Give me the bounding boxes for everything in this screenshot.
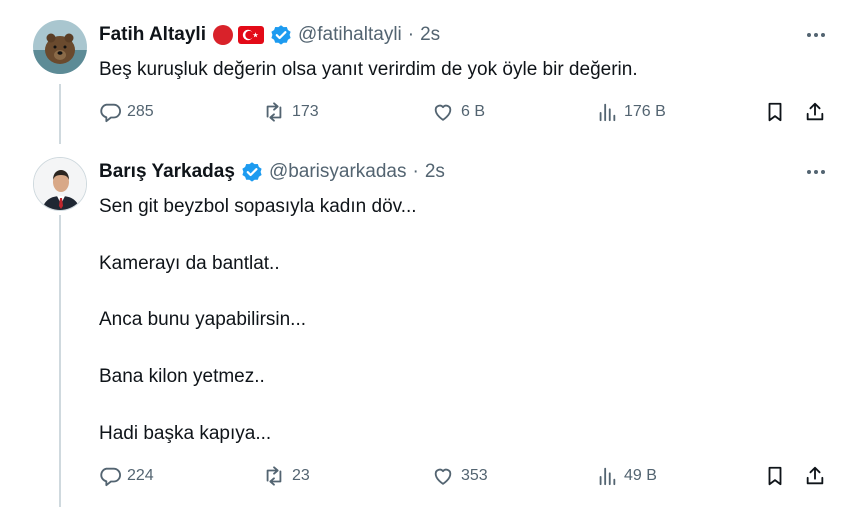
like-button[interactable]: 353: [431, 461, 488, 491]
reply-count: 224: [127, 467, 154, 484]
more-icon[interactable]: [804, 160, 828, 184]
like-button[interactable]: 6 B: [431, 97, 485, 127]
thread-line: [59, 215, 61, 507]
repost-button[interactable]: 173: [262, 97, 319, 127]
bookmark-button[interactable]: [764, 97, 786, 127]
repost-button[interactable]: 23: [262, 461, 310, 491]
separator-dot: ·: [407, 24, 415, 45]
like-icon: [434, 468, 452, 485]
reply-count: 285: [127, 103, 154, 120]
separator-dot: ·: [412, 161, 419, 182]
tweet-text: Beş kuruşluk değerin olsa yanıt verirdim…: [99, 57, 638, 83]
tweet-actions: 224 23 353 49 B: [99, 461, 832, 491]
display-name[interactable]: Fatih Altayli: [99, 24, 206, 46]
views-icon: [599, 103, 616, 122]
views-count: 49 B: [624, 467, 657, 484]
views-button[interactable]: 176 B: [596, 97, 666, 127]
handle[interactable]: @barisyarkadas: [269, 161, 407, 183]
share-icon: [806, 102, 824, 121]
verified-icon: [270, 24, 292, 46]
like-count: 6 B: [461, 103, 486, 120]
turkey-flag-icon: [237, 25, 264, 45]
like-count: 353: [461, 467, 488, 484]
repost-icon: [266, 466, 282, 486]
share-icon: [806, 466, 824, 485]
display-name[interactable]: Barış Yarkadaş: [99, 161, 235, 183]
repost-count: 173: [292, 103, 319, 120]
red-circle-icon: [212, 24, 234, 46]
reply-icon: [100, 467, 121, 487]
views-count: 176 B: [624, 103, 666, 120]
tweet-text-line: Sen git beyzbol sopasıyla kadın döv...: [99, 196, 417, 217]
tweet-actions: 285 173 6 B 176 B: [99, 97, 832, 127]
tweet-text-line: Beş kuruşluk değerin olsa yanıt verirdim…: [99, 59, 638, 80]
share-button[interactable]: [804, 461, 826, 491]
bookmark-icon: [768, 102, 782, 122]
views-button[interactable]: 49 B: [596, 461, 657, 491]
tweet-text-line: Hadi başka kapıya...: [99, 423, 272, 444]
verified-icon: [241, 161, 263, 183]
reply-icon: [100, 103, 121, 123]
timestamp[interactable]: 2s: [425, 161, 445, 183]
avatar[interactable]: [33, 20, 87, 74]
reply-button[interactable]: 285: [99, 97, 154, 127]
like-icon: [434, 104, 452, 121]
repost-count: 23: [292, 467, 310, 484]
bookmark-button[interactable]: [764, 461, 786, 491]
thread-line: [59, 84, 61, 144]
timestamp[interactable]: 2s: [420, 24, 440, 46]
tweet-text-line: Bana kilon yetmez..: [99, 366, 265, 387]
more-icon[interactable]: [804, 23, 828, 47]
tweet-text-line: Anca bunu yapabilirsin...: [99, 309, 307, 330]
bookmark-icon: [768, 466, 782, 486]
tweet-text-line: Kamerayı da bantlat..: [99, 253, 280, 274]
repost-icon: [266, 102, 282, 122]
avatar[interactable]: [33, 157, 87, 211]
handle[interactable]: @fatihaltayli: [298, 24, 402, 46]
reply-button[interactable]: 224: [99, 461, 154, 491]
views-icon: [599, 467, 616, 486]
share-button[interactable]: [804, 97, 826, 127]
